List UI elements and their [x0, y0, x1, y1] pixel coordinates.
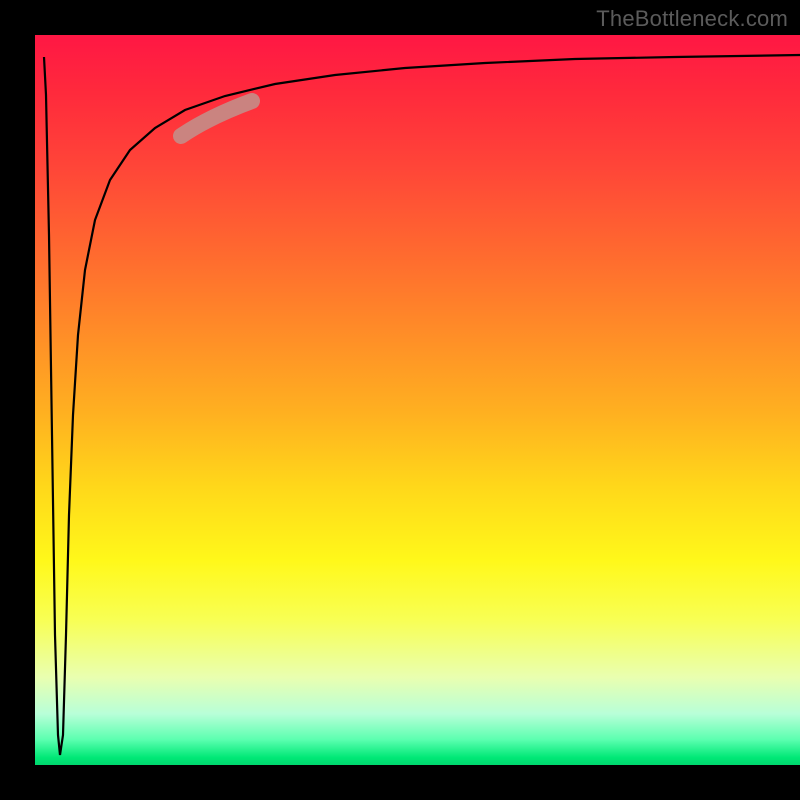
highlight-segment — [181, 101, 252, 136]
bottleneck-curve — [44, 55, 800, 755]
watermark-text: TheBottleneck.com — [596, 6, 788, 32]
chart-svg — [35, 35, 800, 765]
plot-area — [35, 35, 800, 765]
